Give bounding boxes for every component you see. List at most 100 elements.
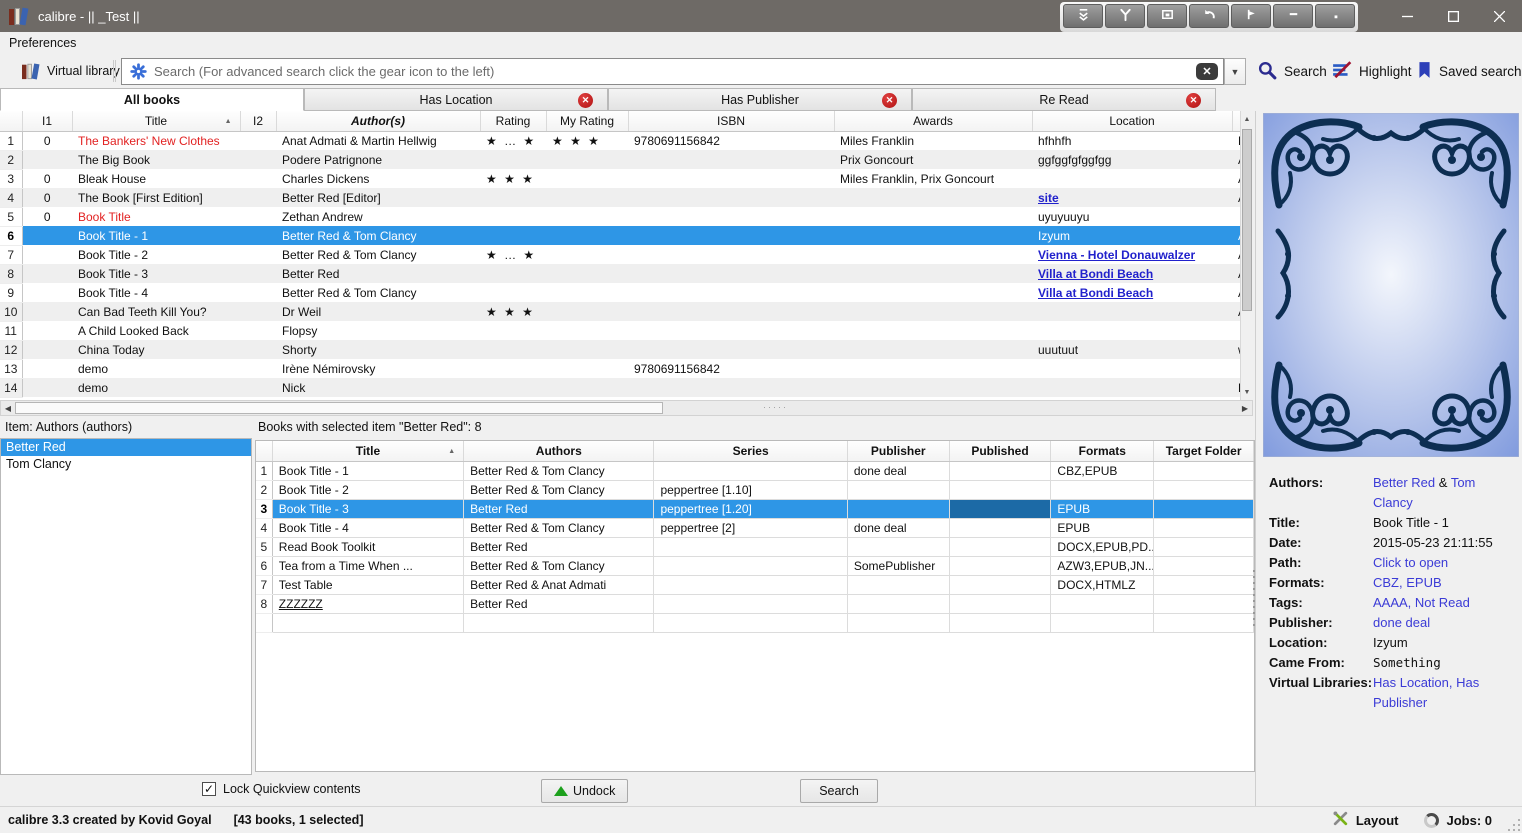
cell-awards bbox=[834, 226, 1032, 245]
resize-grip[interactable] bbox=[1506, 817, 1520, 831]
qv-column-header-publisher[interactable]: Publisher bbox=[847, 441, 950, 462]
gear-icon[interactable] bbox=[130, 63, 147, 80]
table-row[interactable]: 3 0 Bleak House Charles Dickens ★ ★ ★ Miles F… bbox=[0, 169, 1240, 189]
vertical-scroll-thumb[interactable] bbox=[1242, 129, 1252, 311]
column-header-isbn[interactable]: ISBN bbox=[628, 111, 835, 132]
marker-flag-button[interactable] bbox=[1231, 4, 1271, 28]
qv-column-header-title[interactable]: Title ▲ bbox=[272, 441, 465, 462]
metadata-link[interactable]: done deal bbox=[1373, 615, 1430, 630]
location-link[interactable]: site bbox=[1038, 191, 1059, 205]
qv-column-header-formats[interactable]: Formats bbox=[1050, 441, 1155, 462]
chevrons-down-button[interactable] bbox=[1063, 4, 1103, 28]
scroll-down-icon[interactable]: ▼ bbox=[1241, 384, 1253, 400]
column-header-i1[interactable]: I1 bbox=[22, 111, 73, 132]
quickview-row[interactable]: 5 Read Book Toolkit Better Red DOCX,EPUB,PD… bbox=[256, 537, 1254, 557]
metadata-link[interactable]: Click to open bbox=[1373, 555, 1448, 570]
horizontal-scroll-thumb[interactable] bbox=[15, 402, 663, 414]
table-row[interactable]: 11 A Child Looked Back Flopsy bbox=[0, 321, 1240, 341]
table-row[interactable]: 12 China Today Shorty uuutuutw bbox=[0, 340, 1240, 360]
dot-button[interactable] bbox=[1315, 4, 1355, 28]
table-row[interactable]: 2 The Big Book Podere Patrignone Prix Gonco… bbox=[0, 150, 1240, 170]
location-link[interactable]: Villa at Bondi Beach bbox=[1038, 286, 1153, 300]
qv-column-header-authors[interactable]: Authors bbox=[463, 441, 655, 462]
tab-re-read[interactable]: Re Read ✕ bbox=[912, 88, 1216, 111]
table-row[interactable]: 4 0 The Book [First Edition] Better Red [Ed… bbox=[0, 188, 1240, 208]
tab-has-publisher[interactable]: Has Publisher ✕ bbox=[608, 88, 912, 111]
dash-button[interactable] bbox=[1273, 4, 1313, 28]
column-header-title[interactable]: Title ▲ bbox=[72, 111, 241, 132]
column-header-awards[interactable]: Awards bbox=[834, 111, 1033, 132]
table-row[interactable]: 5 0 Book Title Zethan Andrew uyuyuuyu bbox=[0, 207, 1240, 227]
qv-column-header-blank[interactable] bbox=[256, 441, 273, 462]
qv-column-header-target-folder[interactable]: Target Folder bbox=[1153, 441, 1254, 462]
metadata-link[interactable]: Has Location, Has Publisher bbox=[1373, 675, 1479, 710]
metadata-link[interactable]: AAAA, Not Read bbox=[1373, 595, 1470, 610]
scroll-right-icon[interactable]: ▶ bbox=[1238, 401, 1252, 415]
column-header-location[interactable]: Location bbox=[1032, 111, 1233, 132]
tab-close-icon[interactable]: ✕ bbox=[578, 93, 593, 108]
menu-preferences[interactable]: Preferences bbox=[0, 36, 85, 50]
close-button[interactable] bbox=[1476, 0, 1522, 32]
undo-arrow-button[interactable] bbox=[1189, 4, 1229, 28]
table-row[interactable]: 6 Book Title - 1 Better Red & Tom Clancy Iz… bbox=[0, 226, 1240, 246]
table-row[interactable]: 13 demo Irène Némirovsky 9780691156842 bbox=[0, 359, 1240, 379]
splitter-handle[interactable]: ····· bbox=[763, 402, 788, 412]
cell-authors: Irène Némirovsky bbox=[282, 361, 376, 376]
location-link[interactable]: Vienna - Hotel Donauwalzer bbox=[1038, 248, 1195, 262]
tab-close-icon[interactable]: ✕ bbox=[882, 93, 897, 108]
layout-button[interactable]: Layout bbox=[1332, 810, 1398, 830]
list-item[interactable]: Better Red bbox=[1, 439, 251, 456]
search-button[interactable]: Search bbox=[1258, 58, 1327, 85]
virtual-library-button[interactable]: Virtual library bbox=[4, 58, 128, 84]
wrench-button[interactable] bbox=[1105, 4, 1145, 28]
highlight-button[interactable]: Highlight bbox=[1332, 58, 1412, 85]
maximize-button[interactable] bbox=[1430, 0, 1476, 32]
qv-column-header-published[interactable]: Published bbox=[949, 441, 1052, 462]
tab-close-icon[interactable]: ✕ bbox=[1186, 93, 1201, 108]
checkbox-icon[interactable]: ✓ bbox=[202, 782, 216, 796]
window-button[interactable] bbox=[1147, 4, 1187, 28]
quickview-row[interactable]: 6 Tea from a Time When ... Better Red & To… bbox=[256, 556, 1254, 576]
undock-button[interactable]: Undock bbox=[541, 779, 629, 803]
search-input[interactable] bbox=[154, 64, 1196, 79]
horizontal-scrollbar[interactable]: ◀ ▶ ····· bbox=[0, 400, 1253, 416]
column-header-my-rating[interactable]: My Rating bbox=[546, 111, 629, 132]
table-row[interactable]: 10 Can Bad Teeth Kill You? Dr Weil★ ★ ★ A bbox=[0, 302, 1240, 322]
cell-location bbox=[1032, 321, 1232, 340]
location-link[interactable]: Villa at Bondi Beach bbox=[1038, 267, 1153, 281]
scroll-left-icon[interactable]: ◀ bbox=[1, 401, 15, 415]
scroll-up-icon[interactable]: ▲ bbox=[1241, 111, 1253, 127]
tab-all-books[interactable]: All books bbox=[0, 88, 304, 111]
tab-has-location[interactable]: Has Location ✕ bbox=[304, 88, 608, 111]
quickview-search-button[interactable]: Search bbox=[800, 779, 878, 803]
column-header-blank[interactable] bbox=[0, 111, 23, 132]
table-row[interactable]: 7 Book Title - 2 Better Red & Tom Clancy ★ … bbox=[0, 245, 1240, 265]
minimize-button[interactable] bbox=[1384, 0, 1430, 32]
column-header-author-s-[interactable]: Author(s) bbox=[276, 111, 481, 132]
quickview-row[interactable]: 4 Book Title - 4 Better Red & Tom Clancy pe… bbox=[256, 518, 1254, 538]
jobs-button[interactable]: Jobs: 0 bbox=[1424, 812, 1492, 828]
table-row[interactable]: 14 demo Nick B bbox=[0, 378, 1240, 398]
cell-i1: 0 bbox=[43, 171, 51, 186]
table-row[interactable]: 9 Book Title - 4 Better Red & Tom Clancy Vi… bbox=[0, 283, 1240, 303]
quickview-row[interactable]: 3 Book Title - 3 Better Red peppertree [1.2… bbox=[256, 499, 1254, 519]
clear-search-icon[interactable]: ✕ bbox=[1196, 63, 1218, 80]
metadata-link[interactable]: CBZ, EPUB bbox=[1373, 575, 1442, 590]
quickview-row[interactable]: 1 Book Title - 1 Better Red & Tom Clancy do… bbox=[256, 461, 1254, 481]
column-header-rating[interactable]: Rating bbox=[480, 111, 547, 132]
quickview-row[interactable]: 7 Test Table Better Red & Anat Admati DOCX,… bbox=[256, 575, 1254, 595]
column-header-blank[interactable] bbox=[1232, 111, 1240, 132]
lock-quickview-checkbox[interactable]: ✓ Lock Quickview contents bbox=[202, 782, 361, 796]
qv-column-header-series[interactable]: Series bbox=[653, 441, 848, 462]
vertical-scrollbar[interactable]: ▲ ▼ bbox=[1240, 111, 1253, 400]
list-item[interactable]: Tom Clancy bbox=[1, 456, 251, 473]
quickview-row[interactable]: 2 Book Title - 2 Better Red & Tom Clancy pe… bbox=[256, 480, 1254, 500]
table-row[interactable]: 1 0 The Bankers' New Clothes Anat Admati & … bbox=[0, 131, 1240, 151]
saved-search-button[interactable]: Saved search bbox=[1417, 58, 1522, 85]
table-row[interactable]: 8 Book Title - 3 Better Red Villa at Bondi … bbox=[0, 264, 1240, 284]
column-header-i2[interactable]: I2 bbox=[240, 111, 277, 132]
quickview-row[interactable]: 8 ZZZZZZ Better Red bbox=[256, 594, 1254, 614]
book-cover[interactable] bbox=[1262, 112, 1520, 458]
metadata-link[interactable]: Better Red bbox=[1373, 475, 1435, 490]
search-dropdown-button[interactable]: ▼ bbox=[1224, 58, 1246, 85]
